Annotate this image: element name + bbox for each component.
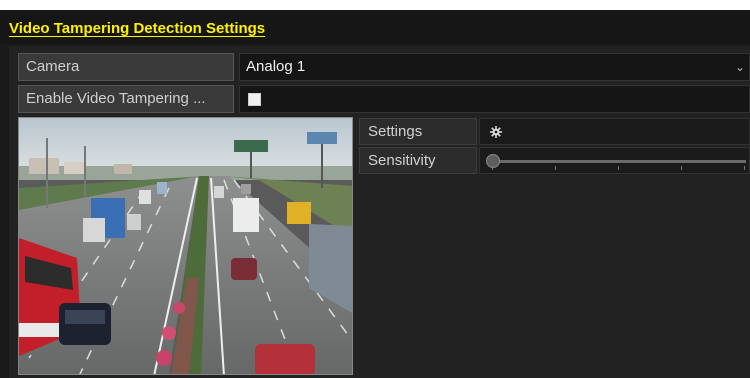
title-bar: Video Tampering Detection Settings — [0, 10, 750, 44]
camera-value: Analog 1 — [246, 58, 306, 75]
sensitivity-slider-thumb[interactable] — [486, 154, 500, 168]
camera-label: Camera — [18, 53, 234, 81]
slider-tick — [492, 166, 493, 170]
enable-row: Enable Video Tampering ... — [18, 85, 750, 113]
sensitivity-slider-track[interactable] — [492, 160, 746, 163]
enable-checkbox[interactable] — [248, 93, 261, 106]
camera-select[interactable]: Analog 1 ⌄ — [239, 53, 750, 81]
slider-tick — [744, 166, 745, 170]
enable-label: Enable Video Tampering ... — [18, 85, 234, 113]
slider-tick — [681, 166, 682, 170]
settings-label: Settings — [359, 118, 477, 145]
slider-tick — [618, 166, 619, 170]
camera-row: Camera Analog 1 ⌄ — [18, 53, 750, 81]
gear-icon[interactable] — [488, 124, 504, 140]
settings-value-cell — [479, 118, 750, 145]
preview-image — [19, 118, 352, 374]
enable-value-cell — [239, 85, 750, 113]
camera-preview[interactable] — [18, 117, 353, 375]
sensitivity-label: Sensitivity — [359, 147, 477, 174]
chevron-down-icon[interactable]: ⌄ — [735, 54, 745, 80]
page-title: Video Tampering Detection Settings — [9, 20, 266, 37]
sensitivity-value-cell — [479, 147, 750, 174]
slider-tick — [555, 166, 556, 170]
top-border — [0, 0, 750, 10]
detection-settings: Settings Sensitivity — [359, 118, 750, 174]
